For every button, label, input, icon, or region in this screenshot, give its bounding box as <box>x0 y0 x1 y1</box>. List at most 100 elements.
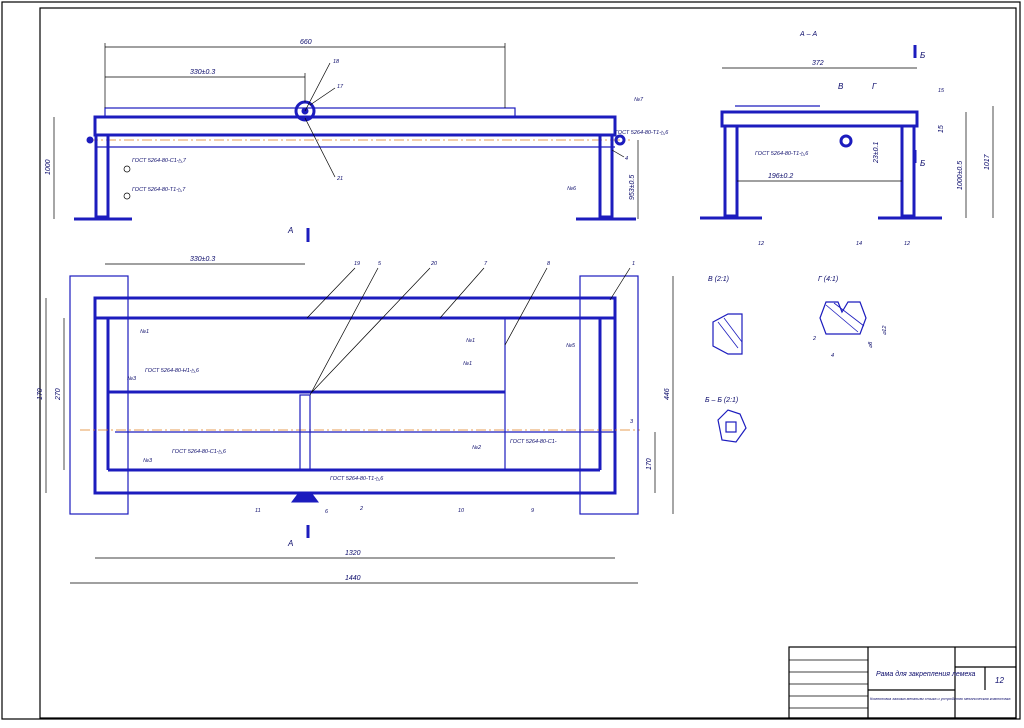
part-17: 17 <box>337 84 344 90</box>
dim-side-h4: 15 <box>938 125 945 133</box>
view-letter-g: Г <box>872 82 877 91</box>
front-top-beam <box>93 115 617 137</box>
part-14: 14 <box>856 241 862 247</box>
leader-17 <box>309 87 336 106</box>
technical-drawing: 660 330±0.3 1000 953±0.5 18 17 21 4 ГОСТ… <box>1 1 1021 720</box>
drawing-sheet: 660 330±0.3 1000 953±0.5 18 17 21 4 ГОСТ… <box>0 0 1024 723</box>
dim-plan-width-inner: 1320 <box>345 550 361 557</box>
view-bb-title: Б – Б (2:1) <box>705 397 738 404</box>
weld-mark-m1: №7 <box>634 97 644 103</box>
weld-w3: ГОСТ 5264-80-Т1-◺6 <box>615 130 669 136</box>
view-g-title: Г (4:1) <box>818 276 838 283</box>
title-block: Рама для закрепления лемеха 12 Компоновк… <box>788 646 1017 719</box>
view-g-dim-2: 2 <box>812 336 816 342</box>
part-1: 1 <box>632 261 635 267</box>
title-block-sheet-number: 12 <box>995 676 1004 685</box>
dim-side-h3: 23±0.1 <box>873 142 880 164</box>
weld-mark-m9: №3 <box>143 458 153 464</box>
part-20: 20 <box>430 261 438 267</box>
plan-left-foot <box>69 275 129 515</box>
part-11: 11 <box>255 508 261 514</box>
leader-19 <box>306 267 356 319</box>
plan-view: 330±0.3 1320 1440 170 270 446 170 А А 19… <box>37 226 674 584</box>
dim-top-height: 1000 <box>45 159 52 175</box>
view-g-dim-d8: ⌀8 <box>868 341 874 348</box>
weld-mark-m4: №1 <box>466 338 475 344</box>
dim-plan-offset: 330±0.3 <box>190 256 215 263</box>
part-9: 9 <box>531 508 534 514</box>
leader-7 <box>439 267 485 319</box>
weld-w2: ГОСТ 5264-80-Т1-◺7 <box>132 187 186 193</box>
part-15: 15 <box>938 88 945 94</box>
front-left-end <box>86 136 94 144</box>
part-18: 18 <box>333 59 340 65</box>
title-block-title: Рама для закрепления лемеха <box>876 670 976 678</box>
view-bb-profile <box>717 409 747 443</box>
part-21: 21 <box>336 176 343 182</box>
aa-right-leg <box>900 124 916 218</box>
view-g-hatch <box>833 302 865 327</box>
aa-left-leg <box>723 124 739 218</box>
part-2: 2 <box>359 506 363 512</box>
weld-mark-m3: №1 <box>140 329 149 335</box>
weld-mark-m8: №3 <box>127 376 137 382</box>
plan-screw-handle <box>291 493 319 503</box>
view-g-profile <box>819 301 867 335</box>
weld-mark-m7: №2 <box>472 445 481 451</box>
view-letter-v: В <box>838 82 844 91</box>
front-view: 660 330±0.3 1000 953±0.5 18 17 21 4 ГОСТ… <box>45 39 669 221</box>
weld-w5: ГОСТ 5264-80-Н1-◺6 <box>145 368 200 374</box>
section-aa-title: А – А <box>799 31 817 38</box>
dim-side-h2: 1017 <box>984 153 991 170</box>
dim-side-h1: 1000±0.5 <box>957 161 964 190</box>
plan-outer-frame <box>93 296 617 495</box>
part-7: 7 <box>484 261 488 267</box>
view-v-hatch <box>717 321 739 349</box>
leader-8 <box>504 267 548 346</box>
view-v-hatch <box>723 317 743 343</box>
leader-18 <box>304 62 331 112</box>
weld-circle <box>123 192 131 200</box>
cut-b-top: Б <box>920 51 925 60</box>
plan-right-foot <box>579 275 639 515</box>
part-4: 4 <box>625 156 628 162</box>
dim-plan-right-1: 446 <box>664 388 671 400</box>
dim-top-offset: 330±0.3 <box>190 69 215 76</box>
part-19: 19 <box>354 261 360 267</box>
dim-plan-left-2: 270 <box>55 388 62 401</box>
outer-frame <box>1 1 1021 720</box>
title-block-frame <box>788 646 1017 719</box>
weld-mark-m6: №5 <box>566 343 576 349</box>
part-8: 8 <box>547 261 551 267</box>
weld-w8: ГОСТ 5264-80-Т1-◺6 <box>330 476 384 482</box>
cut-a-bottom: А <box>287 539 293 548</box>
cut-a-top: А <box>287 226 293 235</box>
title-block-note: Компоновка зажима механизм стыка и устро… <box>870 697 1011 701</box>
part-6: 6 <box>325 509 329 515</box>
weld-mark-m5: №1 <box>463 361 472 367</box>
leader-5 <box>309 267 379 396</box>
weld-w4: ГОСТ 5264-80-Т1-◺6 <box>755 151 809 157</box>
part-3: 3 <box>630 419 634 425</box>
weld-circle <box>123 165 131 173</box>
weld-mark-m2: №6 <box>567 186 577 192</box>
leader-1 <box>609 267 631 301</box>
aa-pivot <box>839 134 853 148</box>
cut-b-bottom: Б <box>920 159 925 168</box>
detail-views: В (2:1) Г (4:1) 2 4 ⌀8 ⌀12 Б – Б (2:1) <box>705 276 888 443</box>
dim-plan-right-2: 170 <box>646 458 653 470</box>
leader-20 <box>311 267 431 393</box>
part-10: 10 <box>458 508 465 514</box>
dim-plan-width-outer: 1440 <box>345 575 361 582</box>
dim-side-width: 372 <box>812 60 824 67</box>
dim-plan-left-1: 170 <box>37 388 44 400</box>
aa-top-beam <box>720 110 919 128</box>
view-bb-core <box>725 421 737 433</box>
view-g-dim-4: 4 <box>831 353 834 359</box>
leader-4 <box>611 149 625 158</box>
section-aa: А – А Б Б В Г 372 196±0.2 1000±0.5 1017 … <box>700 31 994 247</box>
weld-w1: ГОСТ 5264-80-С1-◺7 <box>132 158 187 164</box>
inner-frame <box>39 7 1017 719</box>
dim-top-overall: 660 <box>300 39 312 46</box>
view-g-dim-d12: ⌀12 <box>882 326 888 335</box>
